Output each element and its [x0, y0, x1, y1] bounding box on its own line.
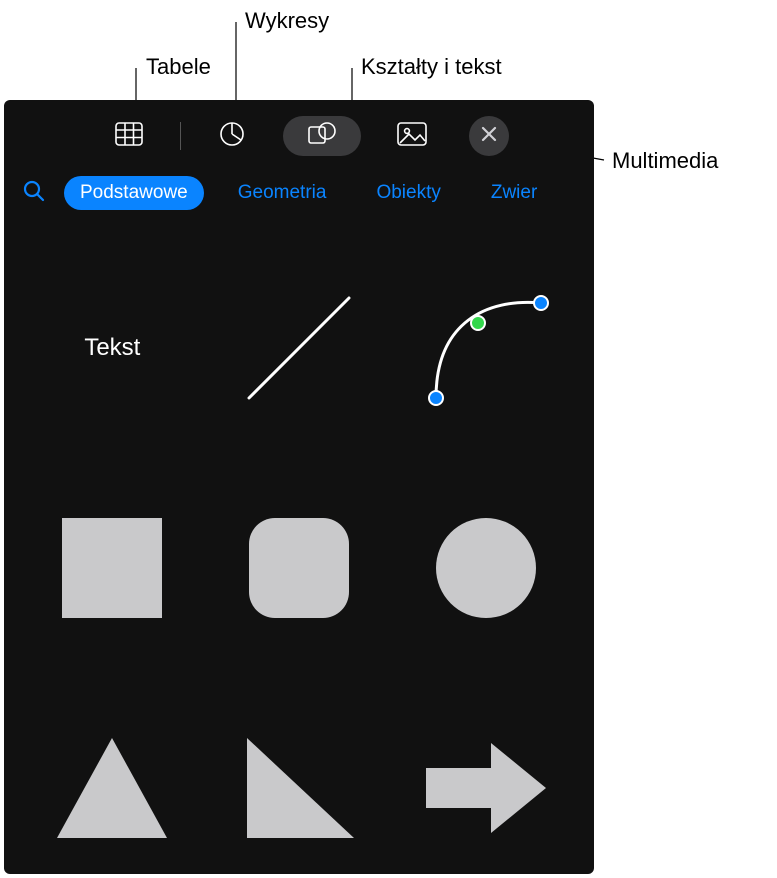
- shape-square[interactable]: [34, 468, 191, 668]
- pie-chart-icon: [219, 121, 245, 152]
- close-button[interactable]: [469, 116, 509, 156]
- callout-charts: Wykresy: [245, 8, 329, 34]
- shape-text[interactable]: Tekst: [34, 248, 191, 448]
- shape-right-triangle[interactable]: [221, 688, 378, 874]
- text-shape-label: Tekst: [84, 334, 140, 362]
- shapes-grid: Tekst: [4, 228, 594, 874]
- callout-tables: Tabele: [146, 54, 211, 80]
- category-animals[interactable]: Zwier: [475, 176, 553, 210]
- line-icon: [234, 283, 364, 413]
- square-icon: [57, 513, 167, 623]
- toolbar-divider: [180, 122, 181, 150]
- shapes-tab[interactable]: [283, 116, 361, 156]
- category-basic[interactable]: Podstawowe: [64, 176, 204, 210]
- right-triangle-icon: [239, 733, 359, 843]
- close-icon: [481, 126, 497, 147]
- shape-arrow[interactable]: [407, 688, 564, 874]
- tables-tab[interactable]: [90, 116, 168, 156]
- shape-triangle[interactable]: [34, 688, 191, 874]
- insert-toolbar: [4, 100, 594, 166]
- table-icon: [115, 122, 143, 151]
- charts-tab[interactable]: [193, 116, 271, 156]
- arrow-right-icon: [421, 733, 551, 843]
- shape-circle[interactable]: [407, 468, 564, 668]
- search-button[interactable]: [22, 179, 46, 208]
- circle-icon: [431, 513, 541, 623]
- bezier-curve-icon: [416, 283, 556, 413]
- shape-curve[interactable]: [407, 248, 564, 448]
- shapes-icon: [307, 121, 337, 152]
- category-geometry[interactable]: Geometria: [222, 176, 343, 210]
- rounded-square-icon: [244, 513, 354, 623]
- callout-shapes-text: Kształty i tekst: [361, 54, 502, 80]
- category-row: Podstawowe Geometria Obiekty Zwier: [4, 166, 594, 228]
- image-icon: [397, 122, 427, 151]
- search-icon: [22, 179, 46, 203]
- media-tab[interactable]: [373, 116, 451, 156]
- shape-line[interactable]: [221, 248, 378, 448]
- shape-rounded-square[interactable]: [221, 468, 378, 668]
- triangle-icon: [52, 733, 172, 843]
- shapes-panel: Podstawowe Geometria Obiekty Zwier Tekst: [4, 100, 594, 874]
- category-objects[interactable]: Obiekty: [360, 176, 456, 210]
- callout-media: Multimedia: [612, 148, 718, 174]
